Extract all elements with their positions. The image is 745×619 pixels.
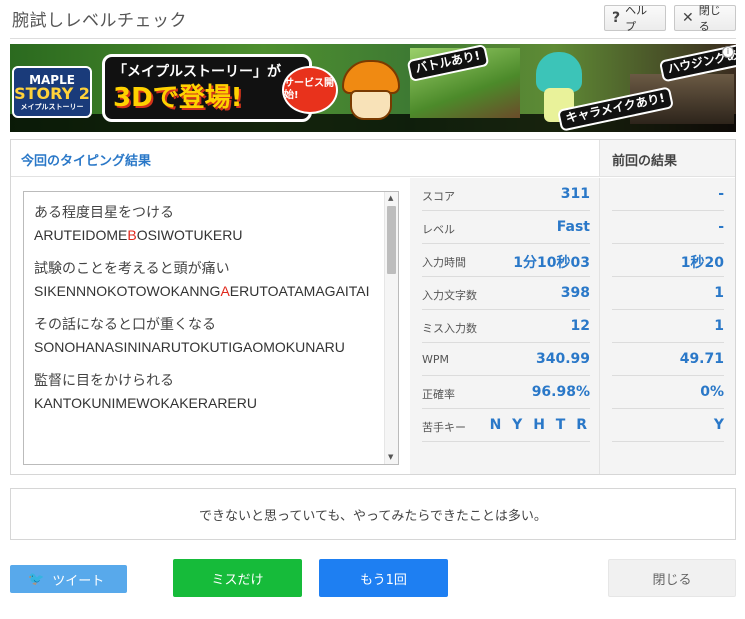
page-title: 腕試しレベルチェック: [12, 11, 187, 31]
japanese-sentence: その話になると口が重くなる: [34, 317, 216, 333]
close-icon: ✕: [682, 10, 694, 26]
retry-button[interactable]: もう1回: [319, 559, 448, 597]
mushroom-mascot-icon: [342, 60, 400, 122]
list-item: 試験のことを考えると頭が痛い SIKENNNOKOTOWOKANNGAERUTO…: [34, 258, 382, 302]
romaji-line: SIKENNNOKOTOWOKANNGAERUTOATAMAGAITAI: [34, 283, 370, 299]
list-item: 監督に目をかけられる KANTOKUNIMEWOKAKERARERU: [34, 370, 382, 414]
dialog-header: 腕試しレベルチェック ? ヘルプ ✕ 閉じる: [0, 0, 745, 38]
prev-wpm: 49.71: [612, 343, 724, 376]
help-icon: ?: [612, 10, 621, 26]
stat-row-time: 入力時間 1分10秒03: [422, 244, 590, 277]
vertical-scrollbar[interactable]: ▲ ▼: [384, 192, 398, 464]
prev-misses: 1: [612, 310, 724, 343]
help-button[interactable]: ? ヘルプ: [604, 4, 666, 33]
stat-row-score: スコア 311: [422, 178, 590, 211]
prev-time: 1秒20: [612, 244, 724, 277]
close-button[interactable]: 閉じる: [608, 559, 736, 597]
ad-info-icon[interactable]: i: [722, 46, 734, 58]
close-top-label: 閉じる: [698, 4, 721, 33]
prev-level: -: [612, 211, 724, 244]
tweet-button[interactable]: 🐦 ツイート: [10, 565, 127, 593]
stat-row-chars: 入力文字数 398: [422, 277, 590, 310]
romaji-line: KANTOKUNIMEWOKAKERARERU: [34, 395, 257, 411]
logo-sub-text: メイプルストーリー: [20, 102, 84, 111]
current-stats: スコア 311 レベル Fast 入力時間 1分10秒03 入力文字数 398 …: [410, 178, 599, 474]
game-logo: MAPLE STORY 2 メイプルストーリー: [12, 66, 92, 118]
miss-char: B: [127, 227, 137, 243]
list-item: その話になると口が重くなる SONOHANASININARUTOKUTIGAOM…: [34, 314, 382, 358]
typed-text-list[interactable]: ある程度目星をつける ARUTEIDOMEBOSIWOTUKERU 試験のことを…: [23, 191, 399, 465]
japanese-sentence: 監督に目をかけられる: [34, 373, 174, 389]
prev-accuracy: 0%: [612, 376, 724, 409]
prev-chars: 1: [612, 277, 724, 310]
romaji-line: SONOHANASININARUTOKUTIGAOMOKUNARU: [34, 339, 345, 355]
current-results-header: 今回のタイピング結果: [11, 140, 599, 177]
miss-only-button[interactable]: ミスだけ: [173, 559, 302, 597]
twitter-bird-icon: 🐦: [28, 571, 45, 587]
logo-main-text: STORY 2: [14, 83, 90, 103]
previous-results-header: 前回の結果: [599, 140, 735, 177]
header-divider: [10, 38, 736, 39]
stat-row-wpm: WPM 340.99: [422, 343, 590, 376]
scrollbar-thumb[interactable]: [387, 206, 396, 274]
japanese-sentence: ある程度目星をつける: [34, 205, 174, 221]
prev-weak-keys: Y: [612, 409, 724, 442]
motivational-quote: できないと思っていても、やってみたらできたことは多い。: [10, 488, 736, 540]
close-top-button[interactable]: ✕ 閉じる: [674, 4, 736, 33]
ad-banner[interactable]: MAPLE STORY 2 メイプルストーリー 「メイプルストーリー」が 3Dで…: [10, 44, 736, 132]
list-item: ある程度目星をつける ARUTEIDOMEBOSIWOTUKERU: [34, 202, 382, 246]
scroll-up-arrow-icon[interactable]: ▲: [388, 194, 393, 202]
stat-row-accuracy: 正確率 96.98%: [422, 376, 590, 409]
previous-stats: - - 1秒20 1 1 49.71 0% Y: [599, 178, 735, 474]
romaji-line: ARUTEIDOMEBOSIWOTUKERU: [34, 227, 243, 243]
previous-results-title: 前回の結果: [612, 154, 678, 169]
scroll-down-arrow-icon[interactable]: ▼: [388, 453, 393, 461]
miss-char: A: [220, 283, 230, 299]
service-start-badge: サービス開始!: [282, 66, 338, 114]
results-panel: 今回のタイピング結果 前回の結果 ある程度目星をつける ARUTEIDOMEBO…: [10, 139, 736, 475]
help-label: ヘルプ: [625, 4, 648, 33]
stat-row-level: レベル Fast: [422, 211, 590, 244]
banner-headline: 「メイプルストーリー」が 3Dで登場!: [102, 54, 312, 122]
stat-row-weak-keys: 苦手キー N Y H T R: [422, 409, 590, 442]
headline-top: 「メイプルストーリー」が: [113, 64, 281, 80]
prev-score: -: [612, 178, 724, 211]
japanese-sentence: 試験のことを考えると頭が痛い: [34, 261, 230, 277]
tweet-label: ツイート: [52, 573, 105, 589]
headline-main: 3Dで登場!: [113, 83, 243, 113]
stat-row-misses: ミス入力数 12: [422, 310, 590, 343]
current-results-title: 今回のタイピング結果: [21, 154, 152, 169]
